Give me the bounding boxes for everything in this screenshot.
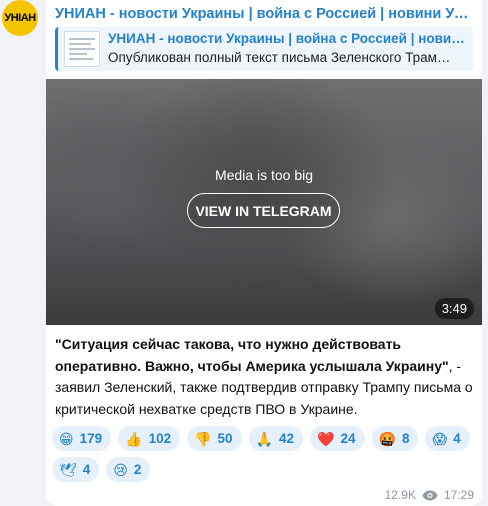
link-preview[interactable]: УНИАН - новости Украины | война с Россие… — [55, 27, 473, 71]
reaction-scream[interactable]: 😱 4 — [425, 426, 470, 451]
reaction-thumbs-up[interactable]: 👍 102 — [118, 426, 181, 451]
reaction-angry[interactable]: 🤬 8 — [371, 426, 419, 451]
reaction-grin[interactable]: 😁 179 — [52, 426, 112, 451]
reaction-count: 24 — [340, 431, 356, 446]
scream-emoji-icon: 😱 — [432, 430, 448, 447]
post-text: "Ситуация сейчас такова, что нужно дейст… — [55, 334, 475, 420]
link-preview-title: УНИАН - новости Украины | война с Россие… — [108, 31, 470, 46]
message-meta: 12.9K 17:29 — [385, 488, 474, 502]
cry-emoji-icon: 😢 — [113, 461, 128, 478]
media-too-big-message: Media is too big — [214, 167, 314, 183]
reaction-count: 50 — [217, 431, 233, 446]
dove-emoji-icon: 🕊 — [59, 461, 77, 478]
reaction-count: 8 — [401, 431, 410, 446]
channel-avatar[interactable]: УНІАН — [2, 0, 38, 36]
link-preview-thumbnail — [64, 31, 100, 67]
reaction-heart[interactable]: ❤️ 24 — [310, 426, 365, 451]
eye-icon — [422, 490, 438, 500]
view-in-telegram-button[interactable]: VIEW IN TELEGRAM — [187, 193, 340, 228]
reaction-count: 4 — [453, 431, 461, 446]
post-quote: "Ситуация сейчас такова, что нужно дейст… — [55, 336, 449, 374]
message-time: 17:29 — [443, 488, 474, 502]
heart-emoji-icon: ❤️ — [317, 430, 335, 447]
grin-emoji-icon: 😁 — [59, 430, 74, 447]
reaction-count: 2 — [133, 462, 142, 477]
reaction-count: 4 — [82, 462, 91, 477]
reaction-thumbs-down[interactable]: 👎 50 — [187, 426, 242, 451]
pray-emoji-icon: 🙏 — [255, 430, 274, 447]
thumbs-up-emoji-icon: 👍 — [125, 430, 143, 447]
reaction-count: 42 — [279, 431, 295, 446]
reaction-dove[interactable]: 🕊 4 — [52, 457, 100, 482]
thumbs-down-emoji-icon: 👎 — [194, 430, 212, 447]
reaction-pray[interactable]: 🙏 42 — [248, 426, 304, 451]
video-duration: 3:49 — [434, 298, 474, 319]
view-count: 12.9K — [384, 488, 416, 502]
message-bubble: УНИАН - новости Украины | война с Россие… — [46, 0, 482, 506]
reaction-cry[interactable]: 😢 2 — [106, 457, 151, 482]
reaction-count: 102 — [148, 431, 172, 446]
angry-emoji-icon: 🤬 — [378, 430, 396, 447]
channel-name[interactable]: УНИАН - новости Украины | война с Россие… — [55, 6, 475, 22]
reaction-count: 179 — [79, 431, 103, 446]
video-media[interactable]: Media is too big VIEW IN TELEGRAM 3:49 — [46, 79, 482, 325]
link-preview-description: Опубликован полный текст письма Зеленско… — [108, 50, 451, 65]
reactions-bar: 😁 179 👍 102 👎 50 🙏 42 ❤️ 24 🤬 8 😱 4 🕊 4 … — [52, 426, 478, 482]
